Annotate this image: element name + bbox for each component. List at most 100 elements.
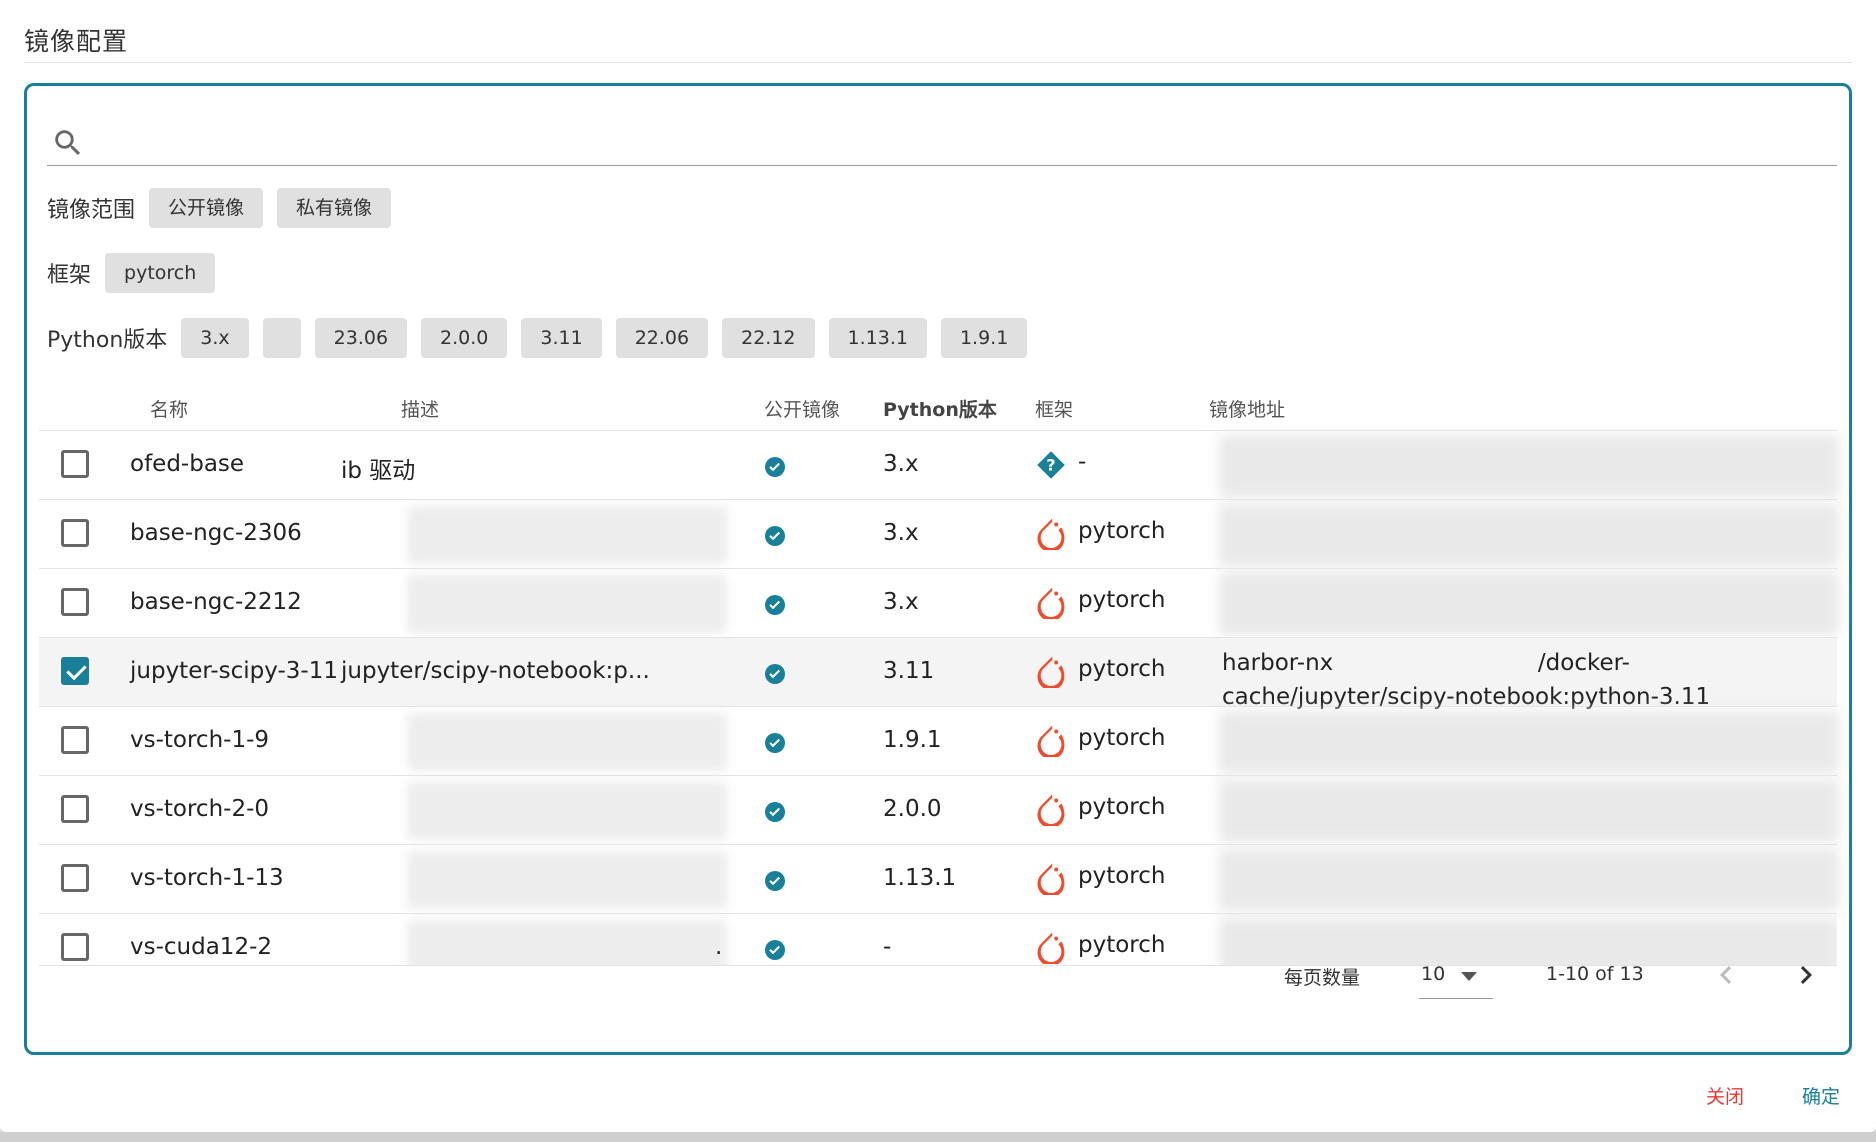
python-chip[interactable]: 3.x [181, 318, 249, 358]
table-row[interactable]: vs-torch-1-13 1.13.1 pytorch [39, 845, 1839, 914]
table-row[interactable]: ofed-base ib 驱动 3.x? - [39, 431, 1839, 500]
row-name: ofed-base [130, 451, 245, 477]
table-row[interactable]: jupyter-scipy-3-11 jupyter/scipy-notebook… [39, 638, 1837, 710]
title-divider [24, 62, 1852, 63]
row-python: 1.9.1 [883, 727, 942, 753]
table-row[interactable]: vs-torch-1-9 1.9.1 pytorch [39, 707, 1839, 776]
verified-icon [765, 595, 785, 615]
framework-filter-label: 框架 [47, 263, 92, 288]
python-chip[interactable] [262, 318, 301, 358]
svg-text:?: ? [1046, 456, 1055, 475]
rows-per-page-value: 10 [1421, 963, 1446, 985]
row-framework: pytorch [1078, 656, 1166, 682]
header-python: Python版本 [883, 399, 997, 421]
verified-icon [765, 526, 785, 546]
python-chip[interactable]: 3.11 [521, 318, 602, 358]
pytorch-icon [1037, 587, 1065, 619]
row-checkbox[interactable] [61, 588, 89, 616]
verified-icon [765, 733, 785, 753]
image-config-dialog: 镜像配置 镜像范围 公开镜像 私有镜像 框架 pytorch Python版本 … [0, 0, 1876, 1132]
framework-filter-row: 框架 pytorch [47, 253, 229, 293]
redacted-desc [407, 575, 727, 633]
table-body: ofed-base ib 驱动 3.x? - base-ngc-2306 3.x pytor… [39, 431, 1839, 966]
rows-per-page-select[interactable]: 10 [1419, 953, 1493, 999]
scope-chip-public[interactable]: 公开镜像 [149, 188, 264, 228]
confirm-button[interactable]: 确定 [1802, 1082, 1840, 1109]
row-framework: pytorch [1078, 794, 1166, 820]
pytorch-icon [1037, 863, 1065, 895]
row-name: jupyter-scipy-3-11 [130, 658, 338, 684]
row-name: base-ngc-2212 [130, 589, 302, 615]
python-chip[interactable]: 22.06 [615, 318, 709, 358]
header-framework: 框架 [1035, 399, 1074, 421]
image-table: 名称 描述 公开镜像 Python版本 框架 镜像地址 ofed-base ib … [39, 383, 1839, 966]
row-python: 1.13.1 [883, 865, 957, 891]
python-chip[interactable]: 1.13.1 [828, 318, 927, 358]
python-chip[interactable]: 23.06 [314, 318, 408, 358]
dialog-title: 镜像配置 [24, 27, 129, 56]
verified-icon [765, 802, 785, 822]
row-python: 3.x [883, 451, 919, 477]
table-header: 名称 描述 公开镜像 Python版本 框架 镜像地址 [39, 383, 1837, 431]
redacted-address [1219, 711, 1839, 773]
search-bar [47, 116, 1837, 166]
python-chip[interactable]: 22.12 [722, 318, 815, 358]
pagination: 每页数量 10 1-10 of 13 [27, 951, 1849, 1001]
row-desc: ib 驱动 [341, 458, 416, 484]
header-name: 名称 [150, 399, 189, 421]
pytorch-icon [1037, 518, 1065, 550]
scope-chip-private[interactable]: 私有镜像 [277, 188, 392, 228]
row-python: 2.0.0 [883, 796, 942, 822]
redacted-desc [407, 713, 727, 771]
table-row[interactable]: base-ngc-2212 3.x pytorch [39, 569, 1839, 638]
redacted-address-part [1341, 642, 1537, 678]
python-chip[interactable]: 2.0.0 [421, 318, 508, 358]
image-selector-panel: 镜像范围 公开镜像 私有镜像 框架 pytorch Python版本 3.x 2… [24, 83, 1852, 1055]
row-framework: pytorch [1078, 725, 1166, 751]
row-name: base-ngc-2306 [130, 520, 302, 546]
redacted-address [1219, 573, 1839, 635]
scope-filter-row: 镜像范围 公开镜像 私有镜像 [47, 188, 405, 228]
verified-icon [765, 664, 785, 684]
pytorch-icon [1037, 725, 1065, 757]
close-button[interactable]: 关闭 [1706, 1082, 1744, 1109]
redacted-address [1219, 849, 1839, 911]
verified-icon [765, 871, 785, 891]
redacted-address [1219, 504, 1839, 566]
header-public: 公开镜像 [764, 399, 841, 421]
row-checkbox[interactable] [61, 864, 89, 892]
rows-per-page-label: 每页数量 [1284, 967, 1361, 989]
header-address: 镜像地址 [1209, 399, 1286, 421]
redacted-desc [407, 782, 727, 840]
row-framework: pytorch [1078, 587, 1166, 613]
table-row[interactable]: vs-torch-2-0 2.0.0 pytorch [39, 776, 1839, 845]
python-chip[interactable]: 1.9.1 [940, 318, 1028, 358]
caret-down-icon [1461, 972, 1477, 981]
search-input[interactable] [97, 122, 1797, 158]
framework-chip-pytorch[interactable]: pytorch [105, 253, 216, 293]
page-range: 1-10 of 13 [1546, 963, 1644, 985]
row-checkbox[interactable] [61, 519, 89, 547]
python-filter-label: Python版本 [47, 328, 168, 353]
redacted-desc [407, 851, 727, 909]
pytorch-icon [1037, 794, 1065, 826]
row-python: 3.x [883, 520, 919, 546]
verified-icon [765, 457, 785, 477]
row-framework: - [1078, 449, 1087, 475]
row-checkbox[interactable] [61, 657, 89, 685]
header-desc: 描述 [401, 399, 440, 421]
redacted-address [1219, 435, 1839, 497]
redacted-address [1219, 780, 1839, 842]
search-icon [55, 130, 81, 156]
redacted-desc [407, 506, 727, 564]
row-checkbox[interactable] [61, 726, 89, 754]
row-framework: pytorch [1078, 518, 1166, 544]
backdrop-strip [0, 1132, 1876, 1142]
row-checkbox[interactable] [61, 795, 89, 823]
table-row[interactable]: base-ngc-2306 3.x pytorch [39, 500, 1839, 569]
row-name: vs-torch-1-9 [130, 727, 270, 753]
scope-filter-label: 镜像范围 [47, 198, 136, 223]
row-checkbox[interactable] [61, 450, 89, 478]
chevron-left-icon[interactable] [1708, 957, 1744, 993]
chevron-right-icon[interactable] [1788, 957, 1824, 993]
